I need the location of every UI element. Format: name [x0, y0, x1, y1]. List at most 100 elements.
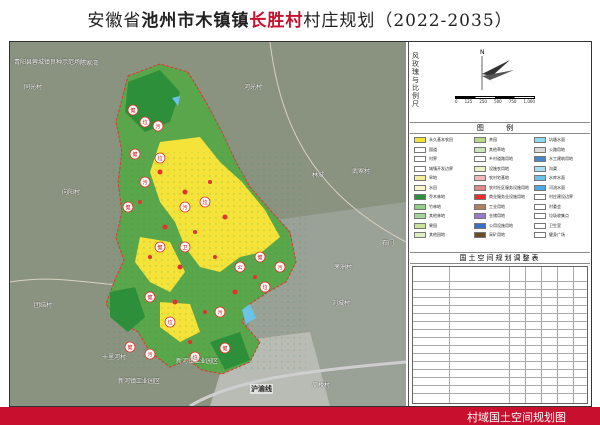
- legend-item: 村委会: [534, 203, 561, 210]
- legend-label: 村委会: [549, 203, 561, 209]
- legend-item: 卫生室: [534, 222, 561, 229]
- svg-text:健: 健: [222, 345, 227, 352]
- sewage-marker-4: 污: [274, 261, 286, 273]
- legend-label: 设施农用地: [489, 165, 509, 171]
- legend-item: 其他园地: [414, 232, 445, 238]
- health-marker-4: 健: [154, 241, 166, 253]
- legend-item: 永久基本农田: [414, 137, 453, 143]
- legend-swatch: [534, 213, 546, 219]
- trash-marker-4: 垃: [259, 281, 271, 293]
- legend-item: 其他草地: [474, 146, 505, 153]
- map-label-11: 周桥村: [312, 382, 331, 389]
- adjustment-table-heading: 国土空间规划调整表: [410, 252, 590, 264]
- map-label-9: 新河镇工业园区: [176, 358, 219, 365]
- map-label-13: 刘城村: [332, 300, 351, 307]
- legend-swatch: [534, 232, 546, 238]
- legend-swatch: [534, 175, 546, 181]
- legend-item: 国道: [414, 146, 437, 153]
- table-row: [413, 377, 587, 378]
- svg-text:N: N: [480, 49, 485, 56]
- legend-label: 农村宅基地: [489, 175, 509, 180]
- legend-swatch: [474, 165, 486, 172]
- svg-text:污: 污: [277, 264, 282, 271]
- title-suffix: 村庄规划（2022-2035）: [303, 11, 513, 31]
- legend-item: 沟渠: [534, 165, 557, 172]
- legend-item: 坑塘水面: [534, 137, 565, 143]
- sewage-marker-3: 污: [179, 201, 191, 213]
- legend-swatch: [534, 194, 546, 200]
- legend-label: 河流水面: [549, 184, 565, 190]
- health-marker-1: 健: [127, 104, 139, 116]
- map-canvas[interactable]: 健 垃 污 健 垃 污 健 污 垃 健 卫 公 健 污 垃 健 垃 污 健 污 …: [10, 42, 406, 406]
- legend-swatch: [474, 194, 486, 200]
- svg-text:污: 污: [182, 204, 187, 211]
- svg-text:卫: 卫: [182, 245, 187, 251]
- map-label-15: 林城: [312, 172, 325, 179]
- legend-item: 村界: [414, 156, 437, 162]
- legend-swatch: [414, 232, 426, 238]
- legend-swatch: [534, 184, 546, 191]
- map-label-0: 青阳县蓉城镇良种示范场村: [14, 59, 87, 66]
- legend-item: 茶园: [474, 137, 497, 143]
- legend-label: 健身广场: [549, 232, 565, 237]
- scale-number-2: 250: [479, 99, 487, 104]
- scale-number-5: 1,000: [523, 99, 535, 104]
- legend-swatch: [474, 146, 486, 153]
- health-marker-2: 健: [129, 148, 141, 160]
- north-arrow-icon: N: [470, 46, 530, 98]
- svg-text:垃: 垃: [262, 284, 267, 291]
- map-panel[interactable]: 健 垃 污 健 垃 污 健 污 垃 健 卫 公 健 污 垃 健 垃 污 健 污 …: [10, 42, 406, 406]
- trash-marker-3: 垃: [199, 196, 211, 208]
- expressway-label: 沪渝线: [250, 384, 273, 394]
- svg-text:健: 健: [257, 254, 262, 261]
- svg-text:垃: 垃: [202, 199, 207, 206]
- table-row: [413, 385, 587, 386]
- trash-marker-1: 垃: [139, 116, 151, 128]
- table-row: [413, 353, 587, 354]
- title-city-town: 池州市木镇镇: [141, 11, 250, 31]
- title-village: 长胜村: [249, 11, 304, 31]
- svg-text:污: 污: [155, 123, 160, 130]
- table-row: [413, 289, 587, 290]
- legend-swatch: [534, 222, 546, 229]
- scale-number-0: 0: [455, 99, 458, 104]
- legend-swatch: [474, 232, 486, 238]
- svg-text:健: 健: [127, 344, 132, 351]
- legend-swatch: [534, 137, 546, 143]
- legend-label: 坑塘水面: [549, 137, 565, 142]
- legend-swatch: [414, 175, 426, 181]
- legend-swatch: [474, 175, 486, 181]
- legend-item: 城镇开发边界: [414, 165, 453, 172]
- table-row: [413, 297, 587, 298]
- map-label-5: 武家村: [352, 168, 371, 175]
- table-row: [413, 305, 587, 306]
- legend-label: 工业用地: [489, 203, 505, 209]
- legend-swatch: [414, 165, 426, 172]
- legend-swatch: [474, 137, 486, 143]
- legend-label: 商业服务业设施用地: [489, 194, 525, 199]
- trash-marker-2: 垃: [154, 152, 166, 164]
- svg-text:健: 健: [157, 244, 162, 251]
- table-column: [573, 267, 574, 403]
- legend-item: 其他林地: [414, 213, 445, 219]
- legend-label: 果园: [429, 222, 437, 228]
- legend-swatch: [414, 222, 426, 229]
- svg-text:公: 公: [237, 265, 242, 271]
- legend-label: 垃圾收集点: [549, 213, 569, 218]
- clinic-marker: 卫: [179, 241, 191, 253]
- legend-swatch: [474, 213, 486, 219]
- legend-label: 其他林地: [429, 213, 445, 218]
- table-row: [413, 329, 587, 330]
- legend-label: 村庄建设边界: [549, 194, 573, 199]
- legend-label: 公路用地: [549, 146, 565, 152]
- map-label-4: 向阳村: [62, 189, 81, 196]
- legend-item: 农村宅基地: [474, 175, 509, 181]
- legend-label: 永久基本农田: [429, 137, 453, 142]
- legend-item: 商业服务业设施用地: [474, 194, 525, 200]
- adjustment-table: [412, 266, 588, 404]
- legend-swatch: [534, 203, 546, 210]
- legend-swatch: [414, 184, 426, 191]
- legend-label: 其他园地: [429, 232, 445, 237]
- legend-label: 水田: [429, 184, 437, 190]
- map-label-12: 茅洲村: [334, 264, 353, 271]
